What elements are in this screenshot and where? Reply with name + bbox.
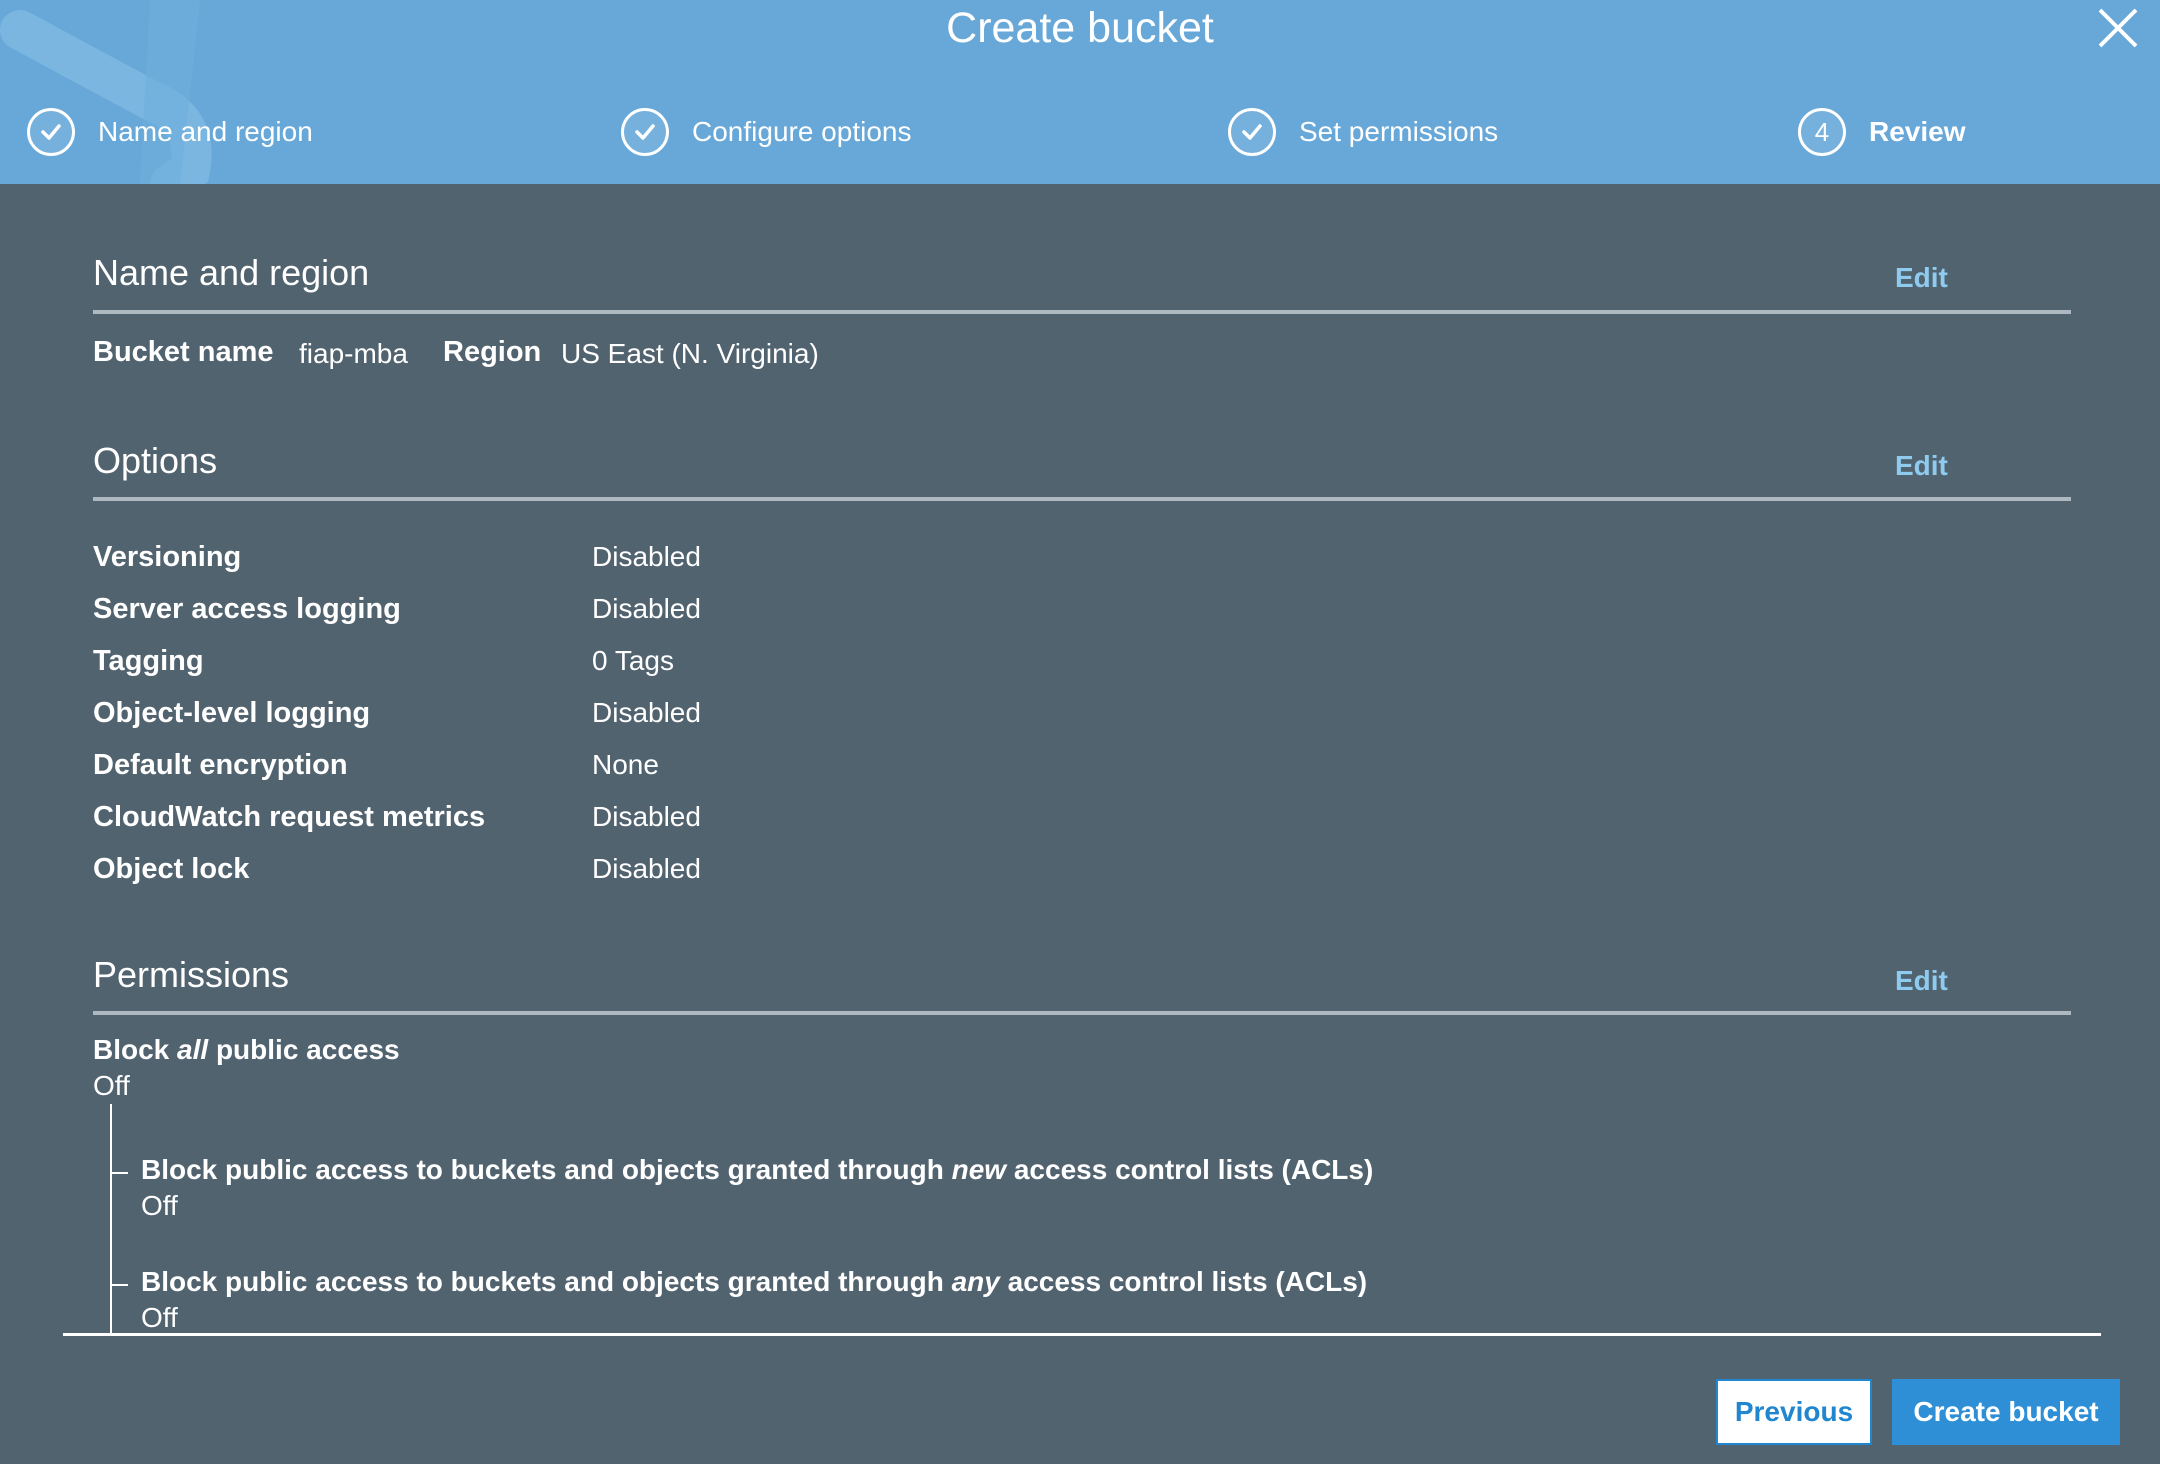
edit-permissions-link[interactable]: Edit	[1895, 965, 1948, 997]
bucket-name-value: fiap-mba	[299, 338, 408, 369]
tree-connector	[110, 1284, 128, 1286]
tree-connector	[110, 1104, 112, 1336]
section-divider	[93, 1011, 2071, 1015]
close-button[interactable]	[2096, 6, 2140, 50]
option-label-cloudwatch-metrics: CloudWatch request metrics	[93, 801, 486, 833]
check-icon	[621, 108, 669, 156]
step-name-and-region[interactable]: Name and region	[27, 104, 313, 160]
option-value-cloudwatch-metrics: Disabled	[592, 801, 701, 832]
check-icon	[1228, 108, 1276, 156]
section-divider	[93, 497, 2071, 501]
option-value-tagging: 0 Tags	[592, 645, 674, 676]
option-value-server-access-logging: Disabled	[592, 593, 701, 624]
step-number-icon: 4	[1798, 108, 1846, 156]
option-value-object-lock: Disabled	[592, 853, 701, 884]
block-any-acls-value: Off	[141, 1302, 178, 1333]
section-title-permissions: Permissions	[93, 954, 290, 995]
step-label: Configure options	[692, 116, 912, 147]
region-label: Region	[443, 336, 542, 368]
step-configure-options[interactable]: Configure options	[621, 104, 911, 160]
option-label-object-level-logging: Object-level logging	[93, 697, 371, 729]
section-title-options: Options	[93, 440, 218, 481]
option-value-versioning: Disabled	[592, 541, 701, 572]
check-icon	[27, 108, 75, 156]
block-all-public-access-label: Block all public access	[93, 1034, 400, 1065]
option-value-default-encryption: None	[592, 749, 659, 780]
option-label-default-encryption: Default encryption	[93, 749, 348, 781]
close-icon	[2098, 8, 2138, 48]
section-divider	[93, 310, 2071, 314]
region-value: US East (N. Virginia)	[561, 338, 819, 369]
block-new-acls-value: Off	[141, 1190, 178, 1221]
footer-divider	[63, 1333, 2101, 1336]
wizard-header: Create bucket Name and region Configure …	[0, 0, 2160, 184]
step-label: Review	[1869, 116, 1966, 147]
previous-button[interactable]: Previous	[1716, 1379, 1872, 1445]
tree-connector	[110, 1172, 128, 1174]
option-label-server-access-logging: Server access logging	[93, 593, 401, 625]
edit-name-region-link[interactable]: Edit	[1895, 262, 1948, 294]
option-label-object-lock: Object lock	[93, 853, 250, 885]
block-new-acls-label: Block public access to buckets and objec…	[141, 1154, 1374, 1185]
option-label-tagging: Tagging	[93, 645, 204, 677]
step-label: Set permissions	[1299, 116, 1499, 147]
step-set-permissions[interactable]: Set permissions	[1228, 104, 1498, 160]
dialog-title: Create bucket	[946, 4, 1214, 52]
bucket-name-label: Bucket name	[93, 336, 274, 368]
step-review[interactable]: 4 Review	[1798, 104, 1966, 160]
block-all-public-access-value: Off	[93, 1070, 130, 1101]
section-title-name-region: Name and region	[93, 252, 370, 293]
block-any-acls-label: Block public access to buckets and objec…	[141, 1266, 1368, 1297]
option-value-object-level-logging: Disabled	[592, 697, 701, 728]
step-number: 4	[1814, 116, 1830, 147]
edit-options-link[interactable]: Edit	[1895, 450, 1948, 482]
create-bucket-button[interactable]: Create bucket	[1892, 1379, 2120, 1445]
option-label-versioning: Versioning	[93, 541, 242, 573]
step-label: Name and region	[98, 116, 313, 147]
